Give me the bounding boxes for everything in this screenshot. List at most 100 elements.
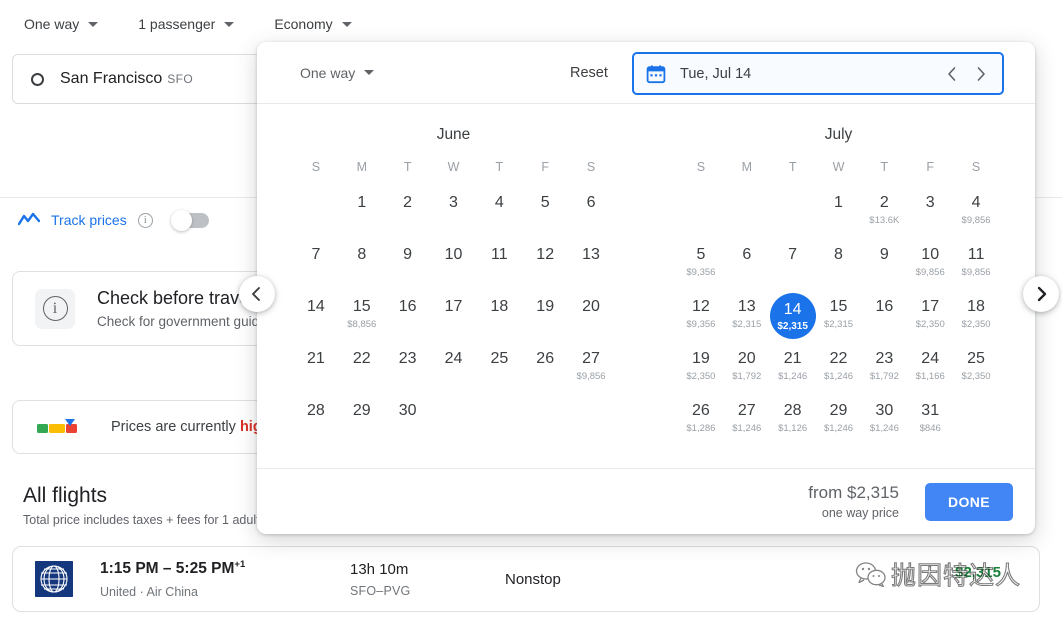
- calendar-day[interactable]: 7: [293, 242, 339, 290]
- departure-date-value: Tue, Jul 14: [680, 65, 752, 82]
- calendar-day-selected[interactable]: 14 $2,315: [769, 293, 816, 342]
- calendar-day[interactable]: 3: [431, 190, 477, 238]
- calendar-day[interactable]: 19: [522, 294, 568, 342]
- calendar-day[interactable]: 29 $1,246: [816, 398, 862, 446]
- passengers-label: 1 passenger: [138, 16, 216, 32]
- day-price: $2,315: [777, 321, 808, 332]
- calendar-day[interactable]: 22 $1,246: [816, 346, 862, 394]
- day-number: 25: [967, 350, 985, 367]
- calendar-day[interactable]: 29: [339, 398, 385, 446]
- cabin-class-dropdown[interactable]: Economy: [272, 12, 353, 36]
- day-number: 8: [834, 246, 843, 263]
- departure-date-input[interactable]: Tue, Jul 14: [632, 52, 1004, 95]
- calendar-day[interactable]: 20: [568, 294, 614, 342]
- calendar-day[interactable]: 22: [339, 346, 385, 394]
- calendar-day[interactable]: 5 $9,356: [678, 242, 724, 290]
- day-price: $846: [919, 423, 941, 434]
- calendar-day[interactable]: 23: [385, 346, 431, 394]
- calendar-day[interactable]: 21 $1,246: [770, 346, 816, 394]
- flight-day-offset: +1: [234, 559, 246, 571]
- calendar-day[interactable]: 30 $1,246: [861, 398, 907, 446]
- calendar-day[interactable]: 23 $1,792: [861, 346, 907, 394]
- calendar-day[interactable]: 3: [907, 190, 953, 238]
- date-picker-footer: from $2,315 one way price DONE: [257, 468, 1035, 534]
- calendar-day[interactable]: 6: [724, 242, 770, 290]
- calendar-day[interactable]: 16: [861, 294, 907, 342]
- previous-day-button[interactable]: [947, 66, 958, 82]
- calendar-day[interactable]: 4 $9,856: [953, 190, 999, 238]
- day-price: $1,246: [823, 371, 854, 382]
- calendar-day[interactable]: 11: [476, 242, 522, 290]
- calendar-day[interactable]: 19 $2,350: [678, 346, 724, 394]
- calendar-day[interactable]: 10: [431, 242, 477, 290]
- calendar-day[interactable]: 17: [431, 294, 477, 342]
- calendar-day[interactable]: 9: [861, 242, 907, 290]
- reset-button[interactable]: Reset: [570, 65, 608, 81]
- calendar-trip-type-dropdown[interactable]: One way: [300, 65, 375, 81]
- calendar-day[interactable]: 26 $1,286: [678, 398, 724, 446]
- calendar-day[interactable]: 14: [293, 294, 339, 342]
- passengers-dropdown[interactable]: 1 passenger: [136, 12, 236, 36]
- calendar-day[interactable]: 27 $1,246: [724, 398, 770, 446]
- calendar-day[interactable]: 25: [476, 346, 522, 394]
- calendar-day[interactable]: 13 $2,315: [724, 294, 770, 342]
- calendar-day[interactable]: 4: [476, 190, 522, 238]
- calendar-day[interactable]: 18: [476, 294, 522, 342]
- calendar-day[interactable]: 25 $2,350: [953, 346, 999, 394]
- calendar-day[interactable]: 16: [385, 294, 431, 342]
- calendar-day[interactable]: 12: [522, 242, 568, 290]
- date-picker-header: One way Reset Tue, Jul 14: [257, 42, 1035, 104]
- chevron-left-icon: [252, 287, 260, 301]
- calendar-day[interactable]: 9: [385, 242, 431, 290]
- calendar-day[interactable]: 2: [385, 190, 431, 238]
- calendar-day[interactable]: 1: [339, 190, 385, 238]
- calendar-day[interactable]: 7: [770, 242, 816, 290]
- calendar-day[interactable]: 24: [431, 346, 477, 394]
- search-options-bar: One way 1 passenger Economy: [0, 0, 1062, 48]
- calendar-day[interactable]: 5: [522, 190, 568, 238]
- next-day-button[interactable]: [975, 66, 986, 82]
- track-prices-label[interactable]: Track prices: [51, 212, 127, 228]
- track-prices-toggle[interactable]: [170, 209, 209, 231]
- chevron-down-icon: [88, 21, 99, 27]
- previous-page-arrow-button[interactable]: [239, 276, 275, 312]
- calendar-day[interactable]: 26: [522, 346, 568, 394]
- calendar-day[interactable]: 1: [816, 190, 862, 238]
- calendar-day[interactable]: 28 $1,126: [770, 398, 816, 446]
- weekday-header-row: SMTWTFS: [293, 160, 614, 186]
- calendar-week-row: 1 2 $13.6K 3 4 $9,856: [678, 190, 999, 238]
- calendar-day[interactable]: 20 $1,792: [724, 346, 770, 394]
- calendar-day[interactable]: 18 $2,350: [953, 294, 999, 342]
- calendar-day[interactable]: 30: [385, 398, 431, 446]
- calendar-day[interactable]: 15 $8,856: [339, 294, 385, 342]
- calendar-day[interactable]: 6: [568, 190, 614, 238]
- day-price: $13.6K: [869, 215, 900, 226]
- calendar-day[interactable]: 28: [293, 398, 339, 446]
- day-number: 26: [536, 350, 555, 367]
- info-icon[interactable]: i: [137, 212, 153, 228]
- calendar-day[interactable]: 8: [816, 242, 862, 290]
- flight-route: SFO–PVG: [350, 583, 411, 598]
- calendar-day[interactable]: 8: [339, 242, 385, 290]
- flight-result-row[interactable]: 1:15 PM – 5:25 PM+1 United · Air China 1…: [12, 546, 1040, 612]
- calendar-icon: [646, 64, 666, 83]
- day-price: $1,166: [915, 371, 945, 382]
- weekday-label: S: [586, 160, 596, 174]
- next-page-arrow-button[interactable]: [1023, 276, 1059, 312]
- calendar-day[interactable]: 15 $2,315: [816, 294, 862, 342]
- calendar-day[interactable]: 2 $13.6K: [861, 190, 907, 238]
- trip-type-dropdown[interactable]: One way: [22, 12, 100, 36]
- calendar-day[interactable]: 21: [293, 346, 339, 394]
- calendar-day[interactable]: 27 $9,856: [568, 346, 614, 394]
- done-button[interactable]: DONE: [925, 482, 1013, 521]
- calendar-day[interactable]: 31 $846: [907, 398, 953, 446]
- calendar-day[interactable]: 10 $9,856: [907, 242, 953, 290]
- calendar-day[interactable]: 12 $9,356: [678, 294, 724, 342]
- weekday-label: T: [495, 160, 504, 174]
- calendar-day[interactable]: 24 $1,166: [907, 346, 953, 394]
- weekday-label: S: [311, 160, 321, 174]
- origin-airport-code: SFO: [167, 72, 194, 86]
- calendar-day[interactable]: 17 $2,350: [907, 294, 953, 342]
- calendar-day[interactable]: 11 $9,856: [953, 242, 999, 290]
- calendar-day[interactable]: 13: [568, 242, 614, 290]
